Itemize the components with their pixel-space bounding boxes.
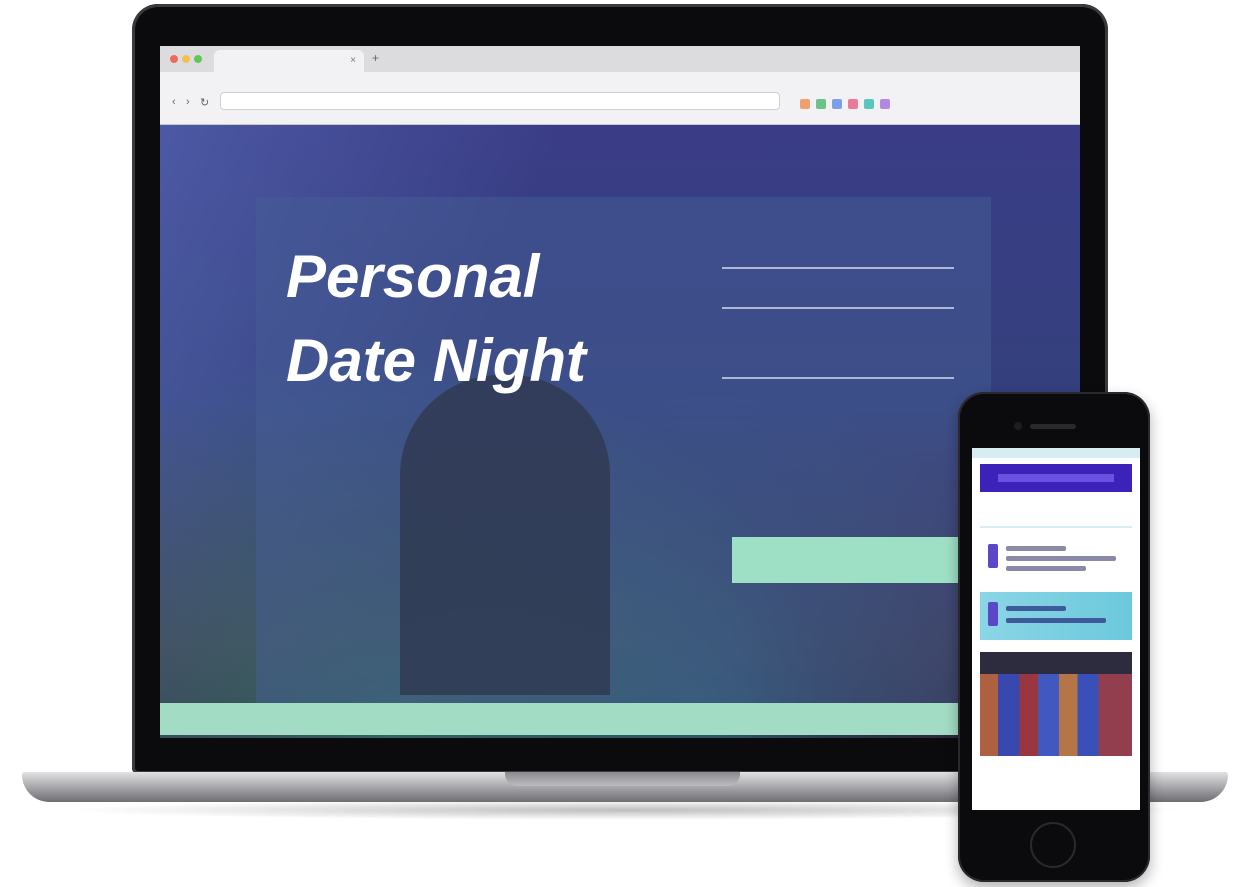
back-icon[interactable]: ‹: [172, 96, 176, 108]
mobile-card-text: [1006, 556, 1116, 561]
webpage: Personal Date Night: [160, 125, 1080, 738]
extension-icon[interactable]: [800, 99, 810, 109]
mobile-header: [980, 464, 1132, 492]
new-tab-icon[interactable]: +: [372, 51, 379, 65]
phone-home-button[interactable]: [1030, 822, 1076, 868]
hero-title-line-1: Personal: [286, 243, 540, 310]
mobile-card-icon: [988, 544, 998, 568]
mobile-nav[interactable]: [980, 500, 1132, 528]
extension-icons: [800, 96, 896, 109]
extension-icon[interactable]: [816, 99, 826, 109]
mobile-card-icon: [988, 602, 998, 626]
laptop-notch: [505, 772, 740, 786]
hero-photo-silhouette: [400, 375, 610, 695]
mobile-card-text: [1006, 546, 1066, 551]
mobile-photo-top: [980, 652, 1132, 674]
close-window-icon[interactable]: [170, 55, 178, 63]
signup-button[interactable]: [732, 537, 972, 583]
minimize-window-icon[interactable]: [182, 55, 190, 63]
phone-screen: [972, 448, 1140, 810]
mobile-card-text: [1006, 618, 1106, 623]
footer-bar: [160, 703, 1080, 735]
mobile-card[interactable]: [980, 534, 1132, 582]
hero-title: Personal Date Night: [286, 235, 646, 403]
name-field[interactable]: [722, 243, 954, 269]
message-field[interactable]: [722, 323, 954, 379]
mobile-card-text: [1006, 606, 1066, 611]
mobile-status-bar: [972, 448, 1140, 458]
mobile-header-title: [998, 474, 1114, 482]
laptop-screen: × + ‹ › ↻ Personal Date Night: [160, 46, 1080, 738]
browser-tab-bar: × +: [160, 46, 1080, 72]
browser-tab[interactable]: ×: [214, 50, 364, 72]
forward-icon[interactable]: ›: [186, 96, 190, 108]
extension-icon[interactable]: [864, 99, 874, 109]
phone-speaker: [1030, 424, 1076, 429]
date-field[interactable]: [722, 283, 954, 309]
extension-icon[interactable]: [848, 99, 858, 109]
browser-toolbar: ‹ › ↻: [160, 72, 1080, 125]
extension-icon[interactable]: [832, 99, 842, 109]
phone-camera: [1014, 422, 1022, 430]
mobile-photo: [980, 652, 1132, 756]
tab-close-icon[interactable]: ×: [350, 50, 356, 72]
signup-form: [722, 229, 982, 384]
hero-title-line-2: Date Night: [286, 327, 586, 394]
address-bar[interactable]: [220, 92, 780, 110]
mobile-card-highlight[interactable]: [980, 592, 1132, 640]
maximize-window-icon[interactable]: [194, 55, 202, 63]
mobile-card-text: [1006, 566, 1086, 571]
reload-icon[interactable]: ↻: [200, 96, 209, 109]
extension-icon[interactable]: [880, 99, 890, 109]
